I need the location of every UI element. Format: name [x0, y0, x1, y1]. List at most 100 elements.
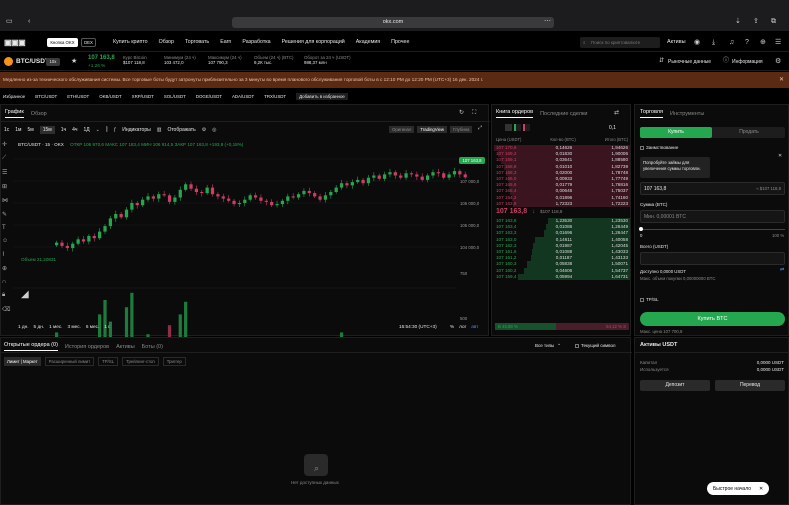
subtab-advanced-limit[interactable]: Расширенный лимит	[44, 357, 95, 366]
interval-1m[interactable]: 1м	[15, 127, 21, 133]
add-favorite-button[interactable]: Добавить в избранное	[296, 92, 348, 100]
quick-start-toast[interactable]: Быстрое начало ✕	[707, 482, 770, 495]
slider-handle[interactable]	[639, 227, 643, 231]
pair-trx[interactable]: TRX/USDT	[264, 94, 286, 99]
tab-order-history[interactable]: История ордеров	[65, 344, 109, 350]
close-toast-icon[interactable]: ✕	[759, 486, 763, 492]
info-link[interactable]: Информация	[732, 59, 763, 65]
indicators-button[interactable]: Индикаторы	[122, 127, 150, 133]
display-button[interactable]: Отображать	[167, 127, 195, 133]
settings-icon[interactable]: ☰	[775, 39, 781, 46]
view-bids-icon[interactable]	[514, 124, 521, 131]
tab-chart[interactable]: График	[5, 109, 24, 118]
close-banner-icon[interactable]: ✕	[779, 72, 784, 88]
pair-eth[interactable]: ETH/USDT	[67, 94, 89, 99]
nav-item-develop[interactable]: Разработка	[242, 39, 270, 45]
scale-log[interactable]: лог	[459, 324, 466, 329]
language-icon[interactable]: ⊕	[760, 39, 766, 46]
tpsl-checkbox[interactable]	[640, 298, 644, 302]
subtab-trigger[interactable]: Триггер	[162, 357, 186, 366]
nav-item-trade[interactable]: Торговать	[185, 39, 209, 45]
precision-select[interactable]: 0,1	[609, 125, 616, 131]
text-icon[interactable]: T	[2, 225, 12, 231]
range-1m[interactable]: 1 мес.	[49, 324, 62, 329]
sell-tab-button[interactable]: Продать	[713, 127, 785, 138]
bid-row[interactable]: 107 159,4 0,05994 1,64731	[494, 273, 630, 280]
download-app-icon[interactable]: ⤓	[712, 39, 715, 46]
transfer-icon[interactable]: ⇄	[780, 268, 784, 273]
tab-bots[interactable]: Боты (0)	[142, 344, 163, 350]
pair-sol[interactable]: SOL/USDT	[164, 94, 186, 99]
amount-slider[interactable]	[639, 227, 785, 231]
nav-item-overview[interactable]: Обзор	[159, 39, 174, 45]
price-input[interactable]: 107 163,8 ≈ $107 118,8	[640, 182, 785, 195]
tabs-icon[interactable]: ⧉	[771, 18, 776, 25]
nav-item-more[interactable]: Прочее	[391, 39, 409, 45]
tab-overview[interactable]: Обзор	[31, 111, 47, 117]
favorite-star-icon[interactable]: ★	[71, 58, 77, 65]
zoom-icon[interactable]: ⊕	[2, 265, 12, 272]
trendline-icon[interactable]: ⟋	[2, 155, 12, 162]
transfer-button[interactable]: Перевод	[715, 380, 785, 391]
pair-ada[interactable]: ADA/USDT	[232, 94, 254, 99]
tab-order-book[interactable]: Книга ордеров	[496, 109, 534, 118]
book-settings-icon[interactable]: ⇄	[614, 110, 619, 116]
scale-percent[interactable]: %	[450, 324, 454, 329]
interval-1h[interactable]: 1ч	[61, 127, 66, 133]
emoji-icon[interactable]: ☺	[2, 238, 12, 244]
fib-icon[interactable]: ⊞	[2, 183, 12, 190]
interval-1s[interactable]: 1с	[4, 127, 9, 133]
expand-icon[interactable]: ⛶	[472, 110, 476, 116]
buy-btc-button[interactable]: Купить BTC	[640, 312, 785, 326]
reader-icon[interactable]: ⋯	[544, 18, 551, 25]
pair-xrp[interactable]: XRP/USDT	[132, 94, 154, 99]
buy-tab-button[interactable]: Купить	[640, 127, 712, 138]
layout-settings-icon[interactable]: ⚙	[775, 58, 781, 65]
okx-wallet-button[interactable]: Кнопка OKX	[47, 38, 78, 47]
deposit-button[interactable]: Депозит	[640, 380, 710, 391]
tab-open-orders[interactable]: Открытые ордера (0)	[4, 342, 58, 351]
subtab-limit-market[interactable]: Лимит | Маркет	[4, 357, 41, 366]
ask-row[interactable]: 107 163,9 1,72323 1,72223	[494, 200, 630, 207]
interval-1d[interactable]: 1Д	[84, 127, 90, 133]
interval-4h[interactable]: 4ч	[72, 127, 77, 133]
interval-15m[interactable]: 15м	[39, 126, 55, 134]
view-depth[interactable]: Глубина	[450, 126, 473, 133]
amount-input[interactable]: Мин. 0,00001 BTC	[640, 210, 785, 223]
user-icon[interactable]: ◉	[694, 39, 700, 46]
tab-tools[interactable]: Инструменты	[670, 111, 704, 117]
borrow-checkbox[interactable]	[640, 146, 644, 150]
pattern-icon[interactable]: ⋈	[2, 197, 12, 204]
sidebar-toggle-icon[interactable]: ▭	[6, 18, 13, 25]
more-intervals-icon[interactable]: ⌄	[96, 127, 100, 133]
total-input[interactable]	[640, 252, 785, 265]
share-icon[interactable]: ⇪	[753, 18, 759, 25]
okx-logo[interactable]: ▣▣▣	[4, 38, 26, 47]
range-3m[interactable]: 3 мес.	[67, 324, 80, 329]
download-icon[interactable]: ⇣	[735, 18, 741, 25]
brush-icon[interactable]: ✎	[2, 211, 12, 218]
range-1d[interactable]: 1 дн.	[18, 324, 29, 329]
address-bar[interactable]: okx.com	[232, 17, 554, 28]
range-1y[interactable]: 1 г.	[104, 324, 110, 329]
nav-item-academy[interactable]: Академия	[356, 39, 380, 45]
pair-okb[interactable]: OKB/USDT	[99, 94, 121, 99]
tab-assets[interactable]: Активы	[116, 344, 135, 350]
nav-item-buy-crypto[interactable]: Купить крипто	[113, 39, 148, 45]
nav-item-earn[interactable]: Earn	[220, 39, 231, 45]
view-both-icon[interactable]	[505, 124, 512, 131]
fullscreen-icon[interactable]: ⤢	[478, 126, 482, 131]
tab-recent-trades[interactable]: Последние сделки	[540, 111, 587, 117]
candle-type-icon[interactable]: ⫿	[106, 127, 108, 133]
market-data-link[interactable]: Рыночные данные	[668, 59, 711, 65]
chart-settings-icon[interactable]: ⚙	[202, 127, 206, 133]
view-asks-icon[interactable]	[523, 124, 530, 131]
ruler-icon[interactable]: ⌇	[2, 251, 12, 258]
crosshair-icon[interactable]: ✛	[2, 141, 12, 148]
nav-item-corporate[interactable]: Решения для корпораций	[282, 39, 345, 45]
subtab-tpsl[interactable]: TP/SL	[98, 357, 119, 366]
magnet-icon[interactable]: ∩	[2, 279, 12, 285]
notifications-icon[interactable]: ♫	[729, 39, 734, 46]
back-icon[interactable]: ‹	[28, 18, 30, 25]
order-type-filter[interactable]: Все типы	[535, 343, 554, 348]
